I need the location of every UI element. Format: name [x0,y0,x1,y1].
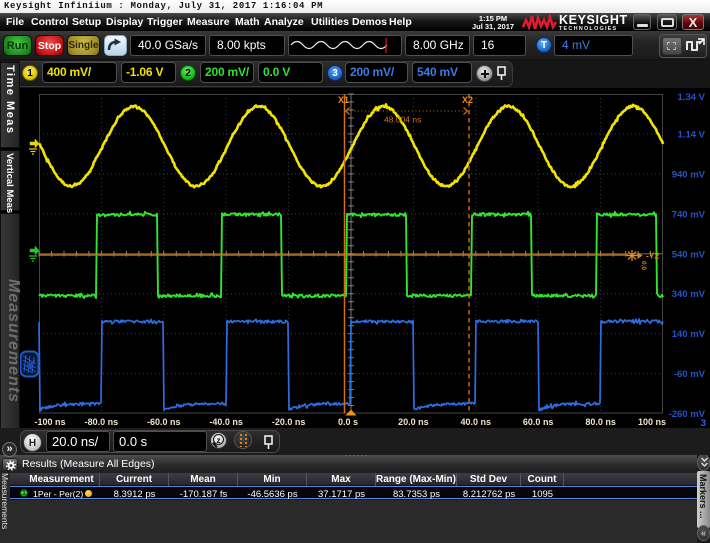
svg-text:48.004 ns: 48.004 ns [384,115,421,125]
svg-text:X2: X2 [462,95,473,105]
svg-text:0.0: 0.0 [640,261,647,270]
svg-text:100 ns: 100 ns [638,417,666,427]
svg-text:80.0 ns: 80.0 ns [585,417,616,427]
svg-text:-40.0 ns: -40.0 ns [209,417,243,427]
svg-text:X1: X1 [338,95,349,105]
svg-text:-Y2: -Y2 [646,251,660,261]
svg-text:740 mV: 740 mV [672,209,706,220]
svg-text:540 mV: 540 mV [672,249,706,260]
svg-text:-60 mV: -60 mV [674,369,706,380]
svg-text:60.0 ns: 60.0 ns [523,417,554,427]
svg-text:-20.0 ns: -20.0 ns [272,417,306,427]
svg-text:940 mV: 940 mV [672,169,706,180]
svg-text:-60.0 ns: -60.0 ns [147,417,181,427]
svg-text:40.0 ns: 40.0 ns [461,417,492,427]
svg-text:-100 ns: -100 ns [34,417,65,427]
svg-text:0.0 s: 0.0 s [338,417,358,427]
svg-text:340 mV: 340 mV [672,289,706,300]
svg-text:20.0 ns: 20.0 ns [398,417,429,427]
svg-text:140 mV: 140 mV [672,329,706,340]
svg-text:1.14 V: 1.14 V [678,129,706,140]
svg-text:-80.0 ns: -80.0 ns [85,417,119,427]
svg-text:1.34 V: 1.34 V [678,92,706,103]
